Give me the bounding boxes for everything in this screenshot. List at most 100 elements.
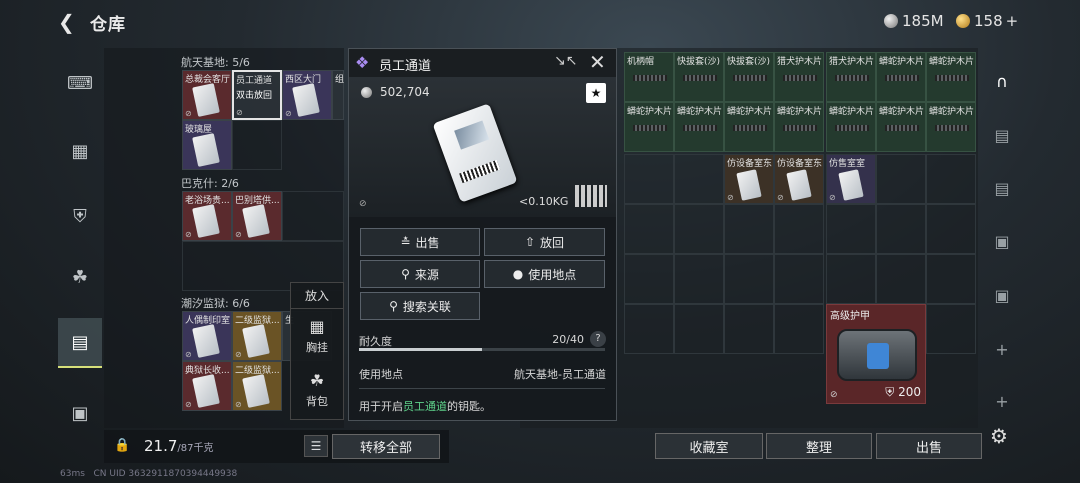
handguard-image — [783, 125, 817, 131]
empty-grid-cell[interactable] — [724, 254, 774, 304]
key-slot-selected[interactable]: 员工通道 双击放回 ⊘ — [232, 70, 282, 120]
collection-room-button[interactable]: 收藏室 — [655, 433, 763, 459]
armor-icon[interactable]: ⛨ — [58, 191, 102, 241]
back-arrow-icon[interactable]: ❮ — [58, 10, 75, 34]
grid-item[interactable]: 蟒蛇护木片 — [876, 52, 926, 102]
backpack-icon[interactable]: ☘ — [58, 252, 102, 302]
key-slot[interactable]: 总裁会客厅 ⊘ — [182, 70, 232, 120]
organize-button[interactable]: 整理 — [766, 433, 872, 459]
grid-item[interactable]: 蟒蛇护木片 — [774, 102, 824, 152]
empty-grid-cell[interactable] — [774, 204, 824, 254]
page-title: 仓库 — [90, 15, 126, 35]
sell-button[interactable]: 出售 — [876, 433, 982, 459]
key-slot[interactable]: 组 — [332, 70, 344, 120]
transfer-all-button[interactable]: 转移全部 — [332, 434, 440, 459]
grid-item[interactable]: 蟒蛇护木片 — [624, 102, 674, 152]
empty-grid-cell[interactable] — [926, 154, 976, 204]
container-icon[interactable]: ∩ — [988, 68, 1016, 94]
item-size-icon — [575, 185, 607, 207]
level-icon[interactable]: ▣ — [988, 228, 1016, 254]
put-in-chest-rig-button[interactable]: ▦ 胸挂 — [291, 309, 343, 363]
grid-item[interactable]: 蟒蛇护木片 — [926, 52, 976, 102]
level-icon[interactable]: ▣ — [988, 282, 1016, 308]
empty-grid-cell[interactable] — [826, 254, 876, 304]
key-slot[interactable]: 典狱长收... ⊘ — [182, 361, 232, 411]
put-in-backpack-button[interactable]: ☘ 背包 — [291, 363, 343, 417]
key-slot[interactable]: 二级监狱... ⊘ — [232, 361, 282, 411]
vest-icon[interactable]: ▦ — [58, 126, 102, 176]
empty-grid-cell[interactable] — [624, 304, 674, 354]
empty-grid-cell[interactable] — [674, 154, 724, 204]
key-card-image — [432, 103, 518, 203]
grid-item[interactable]: 仿设备室东 ⊘ — [724, 154, 774, 204]
key-slot[interactable]: 西区大门 ⊘ — [282, 70, 332, 120]
use-location-button[interactable]: ● 使用地点 — [484, 260, 605, 288]
lock-icon[interactable]: 🔒 — [114, 438, 130, 453]
sell-item-button[interactable]: ≛ 出售 — [360, 228, 480, 256]
put-back-button[interactable]: ⇧ 放回 — [484, 228, 605, 256]
grid-item[interactable]: 蟒蛇护木片 — [674, 102, 724, 152]
briefcase-icon[interactable]: ▣ — [58, 388, 102, 438]
key-slot[interactable]: 玻璃屋 — [182, 120, 232, 170]
empty-grid-cell[interactable] — [876, 154, 926, 204]
key-slot[interactable]: 人偶制印室 ⊘ — [182, 311, 232, 361]
empty-grid-cell[interactable] — [876, 254, 926, 304]
empty-grid-cell[interactable] — [926, 204, 976, 254]
grid-item[interactable]: 快拔套(沙) — [674, 52, 724, 102]
empty-slot[interactable] — [282, 191, 344, 241]
source-button[interactable]: ⚲ 来源 — [360, 260, 480, 288]
empty-grid-cell[interactable] — [674, 254, 724, 304]
add-gold-icon[interactable]: + — [1006, 12, 1019, 30]
grid-item[interactable]: 蟒蛇护木片 — [724, 102, 774, 152]
grid-item[interactable]: 猎犬护木片 — [826, 52, 876, 102]
close-icon[interactable]: ✕ — [589, 50, 606, 74]
grid-item[interactable]: 仿设备室东 ⊘ — [774, 154, 824, 204]
grid-item[interactable]: 机柄帽 — [624, 52, 674, 102]
help-icon[interactable]: ? — [590, 331, 606, 347]
gear-icon[interactable]: ⚙ — [990, 424, 1008, 448]
grid-item[interactable]: 猎犬护木片 — [774, 52, 824, 102]
grid-item[interactable]: 仿售室室 ⊘ — [826, 154, 876, 204]
grid-item[interactable]: 快拔套(沙) — [724, 52, 774, 102]
collapse-icon[interactable]: ↘↖ — [554, 53, 577, 69]
empty-grid-cell[interactable] — [876, 204, 926, 254]
gold-currency[interactable]: 158 + — [956, 12, 1018, 30]
search-related-button[interactable]: ⚲ 搜索关联 — [360, 292, 480, 320]
clipboard-icon[interactable]: ▤ — [58, 318, 102, 368]
add-icon[interactable]: + — [988, 388, 1016, 414]
chest-rig-icon: ▦ — [309, 317, 325, 336]
no-trade-icon: ⊘ — [830, 390, 838, 400]
armor-item[interactable]: 高级护甲 ⊘ ⛨ 200 — [826, 304, 926, 404]
folder-icon[interactable]: ▤ — [988, 122, 1016, 148]
silver-coin-icon — [361, 86, 372, 98]
empty-grid-cell[interactable] — [674, 204, 724, 254]
add-icon[interactable]: + — [988, 336, 1016, 362]
favorite-star-icon[interactable]: ★ — [586, 83, 606, 103]
empty-grid-cell[interactable] — [724, 204, 774, 254]
gun-icon[interactable]: ⌨ — [58, 58, 102, 108]
empty-grid-cell[interactable] — [624, 254, 674, 304]
grid-item-label: 蟒蛇护木片 — [829, 107, 875, 117]
empty-slot[interactable] — [232, 120, 282, 170]
empty-grid-cell[interactable] — [774, 304, 824, 354]
grid-item[interactable]: 蟒蛇护木片 — [876, 102, 926, 152]
key-slot[interactable]: 二级监狱... ⊘ — [232, 311, 282, 361]
grid-item-label: 仿设备室东 — [777, 159, 823, 169]
list-view-button[interactable]: ☰ — [304, 435, 328, 457]
key-slot[interactable]: 老浴场贵... ⊘ — [182, 191, 232, 241]
key-slot[interactable]: 巴别塔供... ⊘ — [232, 191, 282, 241]
grid-item[interactable]: 蟒蛇护木片 — [826, 102, 876, 152]
empty-grid-cell[interactable] — [926, 254, 976, 304]
empty-grid-cell[interactable] — [724, 304, 774, 354]
empty-grid-cell[interactable] — [774, 254, 824, 304]
grid-item-label: 蟒蛇护木片 — [929, 107, 975, 117]
armor-image — [837, 329, 917, 381]
folder-icon[interactable]: ▤ — [988, 175, 1016, 201]
grid-item[interactable]: 蟒蛇护木片 — [926, 102, 976, 152]
empty-grid-cell[interactable] — [926, 304, 976, 354]
empty-grid-cell[interactable] — [674, 304, 724, 354]
empty-grid-cell[interactable] — [826, 204, 876, 254]
empty-grid-cell[interactable] — [624, 154, 674, 204]
empty-grid-cell[interactable] — [624, 204, 674, 254]
capacity-bar: 🔒 21.7/87千克 ☰ 转移全部 — [104, 430, 449, 463]
